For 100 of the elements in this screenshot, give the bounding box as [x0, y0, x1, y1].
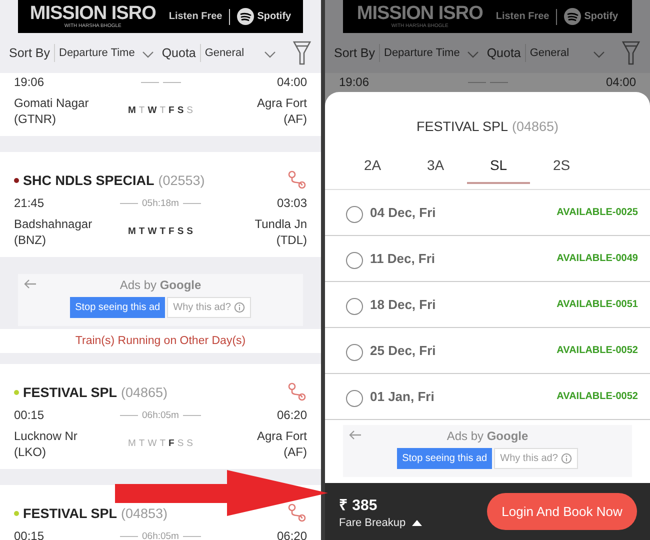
- weekday-letter: T: [160, 437, 166, 451]
- departure-time: 21:45: [14, 196, 46, 210]
- section-heading: Train(s) Running on Other Day(s): [75, 335, 246, 347]
- train-number: (04865): [512, 119, 559, 134]
- weekday-letter: F: [168, 104, 174, 118]
- station-code: (BNZ): [14, 232, 47, 248]
- train-card[interactable]: 19:06 04:00 Gomati Nagar (GTNR) M T W T F S S Agra Fort (AF): [0, 73, 321, 136]
- book-button[interactable]: Login And Book Now: [487, 493, 637, 530]
- train-name: SHC NDLS SPECIAL: [23, 172, 154, 188]
- date-option[interactable]: 11 Dec, Fri AVAILABLE-0049: [325, 236, 650, 282]
- banner-tagline: Listen Free: [496, 11, 550, 22]
- train-number: (02553): [158, 172, 205, 188]
- date-option[interactable]: 25 Dec, Fri AVAILABLE-0052: [325, 328, 650, 374]
- music-logo-icon: [237, 8, 254, 25]
- arrival-time: 06:20: [276, 529, 307, 540]
- chevron-down-icon[interactable]: [264, 51, 276, 58]
- radio-button[interactable]: [346, 298, 363, 315]
- sort-dropdown[interactable]: Departure Time: [384, 47, 460, 59]
- station-code: (AF): [282, 111, 307, 127]
- radio-button[interactable]: [346, 390, 363, 407]
- stop-ad-button[interactable]: Stop seeing this ad: [397, 448, 492, 469]
- station-name: Tundla Jn: [254, 216, 307, 232]
- fare-breakup-toggle[interactable]: Fare Breakup: [339, 517, 422, 529]
- ad-label: Ads by Google: [446, 428, 528, 444]
- arrival-time: 06:20: [276, 408, 307, 422]
- station-code: (AF): [282, 444, 307, 460]
- weekday-letter: T: [138, 225, 145, 239]
- train-name: FESTIVAL SPL: [416, 119, 508, 134]
- availability-status: AVAILABLE-0049: [556, 253, 638, 264]
- date-label: 11 Dec, Fri: [370, 251, 436, 266]
- back-arrow-icon[interactable]: [23, 279, 37, 289]
- ad-label: Ads by Google: [120, 277, 202, 293]
- caret-up-icon: [412, 520, 422, 526]
- chevron-down-icon[interactable]: [142, 51, 154, 58]
- class-tab[interactable]: SL: [467, 148, 530, 184]
- back-arrow-icon[interactable]: [348, 430, 362, 440]
- sort-label: Sort By: [334, 46, 375, 60]
- stop-ad-button[interactable]: Stop seeing this ad: [70, 297, 166, 318]
- departure-time: 19:06: [14, 75, 46, 89]
- chevron-down-icon[interactable]: [466, 51, 479, 58]
- filter-icon[interactable]: [621, 40, 641, 66]
- availability-status: AVAILABLE-0025: [556, 207, 638, 218]
- availability-status: AVAILABLE-0052: [556, 391, 638, 402]
- duration-label: 06h:05m: [142, 530, 179, 540]
- station-code: (LKO): [14, 444, 48, 460]
- station-name: Gomati Nagar: [14, 95, 90, 111]
- weekday-letter: S: [186, 225, 193, 239]
- quota-dropdown[interactable]: General: [530, 47, 586, 59]
- duration-label: 05h:18m: [142, 198, 179, 208]
- arrival-time: 04:00: [276, 75, 307, 89]
- class-tab[interactable]: 2A: [341, 148, 404, 184]
- weekday-letter: T: [160, 104, 166, 118]
- radio-button[interactable]: [346, 206, 363, 223]
- departure-time: 00:15: [14, 529, 46, 540]
- filter-icon[interactable]: [292, 40, 312, 66]
- train-number: (04853): [121, 506, 168, 520]
- weekday-letter: W: [148, 225, 157, 239]
- banner-brand: Spotify: [584, 11, 618, 22]
- fare-amount: ₹ 385: [339, 496, 378, 514]
- banner-title: MISSION ISRO: [356, 4, 483, 23]
- quota-dropdown[interactable]: General: [204, 47, 257, 59]
- train-card[interactable]: SHC NDLS SPECIAL (02553) 21:45 05h:18m 03:03 Badshahnagar (BNZ) M T W T F S S Tundla Jn (TDL): [0, 152, 321, 257]
- date-label: 01 Jan, Fri: [370, 389, 436, 404]
- station-name: Badshahnagar: [14, 216, 94, 232]
- sort-label: Sort By: [9, 46, 50, 60]
- sort-dropdown[interactable]: Departure Time: [59, 47, 135, 59]
- date-label: 04 Dec, Fri: [370, 205, 437, 220]
- info-icon: [234, 302, 245, 313]
- banner-title: MISSION ISRO: [30, 4, 156, 23]
- availability-status: AVAILABLE-0052: [556, 345, 638, 356]
- weekday-letter: S: [177, 437, 184, 451]
- date-option[interactable]: 01 Jan, Fri AVAILABLE-0052: [325, 374, 650, 420]
- weekday-letter: M: [128, 437, 136, 451]
- date-option[interactable]: 18 Dec, Fri AVAILABLE-0051: [325, 282, 650, 328]
- weekday-letter: S: [177, 225, 184, 239]
- chevron-down-icon[interactable]: [593, 51, 605, 58]
- radio-button[interactable]: [346, 344, 363, 361]
- radio-button[interactable]: [346, 252, 363, 269]
- quota-label: Quota: [486, 46, 521, 60]
- route-icon[interactable]: [287, 382, 307, 402]
- departure-time: 00:15: [14, 408, 46, 422]
- station-code: (TDL): [275, 232, 307, 248]
- date-label: 18 Dec, Fri: [370, 297, 437, 312]
- train-name: FESTIVAL SPL: [23, 384, 118, 400]
- arrival-time: 03:03: [276, 196, 307, 210]
- station-name: Agra Fort: [256, 95, 307, 111]
- class-tab[interactable]: 3A: [404, 148, 467, 184]
- weekday-letter: S: [186, 104, 193, 118]
- date-option[interactable]: 04 Dec, Fri AVAILABLE-0025: [325, 190, 650, 236]
- weekday-letter: T: [138, 437, 145, 451]
- class-tab[interactable]: 2S: [530, 148, 593, 184]
- date-label: 25 Dec, Fri: [370, 343, 437, 358]
- train-name: FESTIVAL SPL: [23, 506, 118, 520]
- station-name: Lucknow Nr: [14, 428, 78, 444]
- weekday-letter: T: [138, 104, 145, 118]
- route-icon[interactable]: [287, 503, 307, 523]
- train-card[interactable]: FESTIVAL SPL (04865) 00:15 06h:05m 06:20 Lucknow Nr (LKO) M T W T F S S Agra Fort (AF): [0, 364, 321, 469]
- route-icon[interactable]: [287, 170, 307, 190]
- availability-status: AVAILABLE-0051: [556, 299, 638, 310]
- train-number: (04865): [121, 384, 168, 400]
